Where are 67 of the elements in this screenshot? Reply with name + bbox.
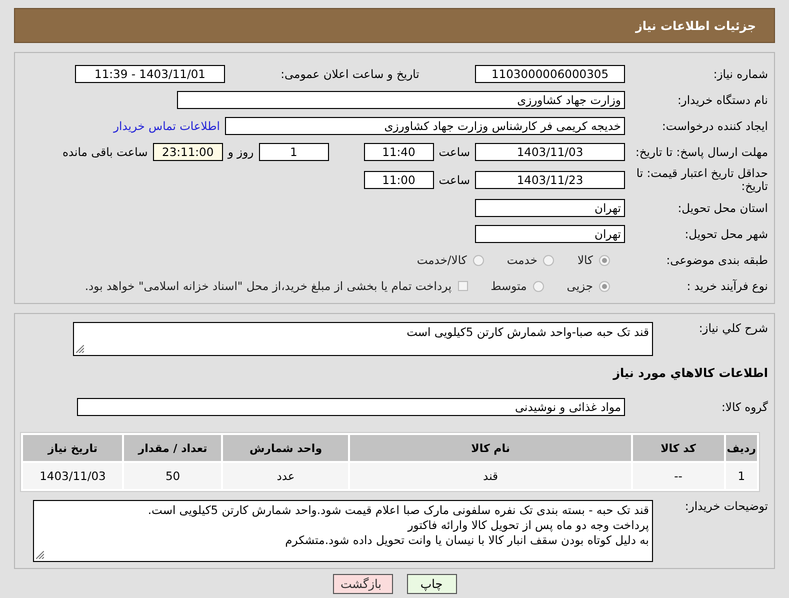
field-label: ساعت bbox=[438, 173, 470, 187]
print-button[interactable]: چاپ bbox=[406, 574, 456, 594]
city-field: تهران bbox=[475, 225, 625, 243]
field-label: استان محل تحویل: bbox=[676, 202, 768, 214]
need-number-field: 1103000006000305 bbox=[475, 65, 625, 83]
option-label: خدمت bbox=[506, 253, 538, 267]
radio-button[interactable] bbox=[532, 280, 544, 292]
time-field: 11:00 bbox=[364, 171, 434, 189]
field-label: تاریخ و ساعت اعلان عمومی: bbox=[280, 67, 420, 81]
column-header: کد کالا bbox=[632, 435, 724, 461]
column-header: تاریخ نیاز bbox=[23, 435, 122, 461]
resize-grip-icon[interactable] bbox=[76, 345, 84, 353]
field-label: گروه کالا: bbox=[720, 400, 768, 414]
field-label: نوع فرآیند خرید : bbox=[686, 280, 768, 292]
buyer-contact-link[interactable]: اطلاعات تماس خریدار bbox=[113, 119, 220, 133]
back-button[interactable]: بازگشت bbox=[332, 574, 392, 594]
province-field: تهران bbox=[475, 199, 625, 217]
column-header: تعداد / مقدار bbox=[124, 435, 222, 461]
field-label: طبقه بندی موضوعی: bbox=[665, 254, 768, 266]
table-cell: 1 bbox=[726, 463, 757, 489]
section-heading: اطلاعات کالاهاي مورد نياز bbox=[613, 366, 768, 380]
field-label: مهلت ارسال پاسخ: تا تاریخ: bbox=[634, 146, 768, 158]
column-header: ردیف bbox=[726, 435, 757, 461]
announce-date-field: 1403/11/01 - 11:39 bbox=[75, 65, 225, 83]
time-field: 11:40 bbox=[364, 143, 434, 161]
note-line: پرداخت وجه دو ماه پس از تحویل کالا وارائه فاکتور bbox=[406, 518, 649, 533]
option-label: متوسط bbox=[490, 279, 527, 293]
option-label: کالا/خدمت bbox=[416, 253, 467, 267]
option-label: جزیی bbox=[566, 279, 593, 293]
field-label: نام دستگاه خریدار: bbox=[676, 94, 768, 106]
date-field: 1403/11/23 bbox=[475, 171, 625, 189]
radio-button[interactable] bbox=[599, 254, 610, 266]
column-header: واحد شمارش bbox=[223, 435, 348, 461]
field-label: شرح کلي نياز: bbox=[698, 322, 768, 335]
summary-text: قند تک حبه صبا-واحد شمارش کارتن 5کیلویی است bbox=[406, 325, 649, 339]
column-header: نام کالا bbox=[350, 435, 631, 461]
field-label: توضیحات خریدار: bbox=[684, 500, 768, 513]
table-cell: -- bbox=[632, 463, 724, 489]
note-line: قند تک حبه - بسته بندی تک نفره سلفونی مارک صبا اعلام قیمت شود.واحد شمارش کارتن 5کیلویی است. bbox=[146, 503, 649, 518]
option-label: پرداخت تمام یا بخشی از مبلغ خرید،از محل "اسناد خزانه اسلامی" خواهد بود. bbox=[84, 279, 452, 293]
summary-textarea[interactable]: قند تک حبه صبا-واحد شمارش کارتن 5کیلویی است bbox=[73, 322, 653, 356]
field-label: ایجاد کننده درخواست: bbox=[661, 120, 768, 132]
note-line: به دلیل کوتاه بودن سقف انبار کالا با نیسان یا وانت تحویل داده شود.متشکرم bbox=[284, 533, 649, 548]
page-header: جزئیات اطلاعات نیاز bbox=[14, 8, 775, 43]
field-label: شهر محل تحویل: bbox=[684, 228, 768, 240]
days-field: 1 bbox=[258, 143, 329, 161]
field-label: حداقل تاریخ اعتبار قیمت: تا تاریخ: bbox=[635, 167, 768, 193]
creator-field: خدیجه کریمی فر کارشناس وزارت جهاد کشاورزی bbox=[225, 117, 625, 135]
field-label: شماره نیاز: bbox=[712, 68, 768, 80]
field-label: ساعت bbox=[438, 145, 470, 159]
field-label: روز و bbox=[228, 145, 254, 159]
radio-button[interactable] bbox=[599, 280, 610, 292]
field-label: ساعت باقی مانده bbox=[62, 145, 148, 159]
checkbox[interactable] bbox=[458, 281, 468, 291]
goods-group-field: مواد غذائی و نوشیدنی bbox=[77, 398, 625, 416]
table-cell: 50 bbox=[124, 463, 222, 489]
table-cell: قند bbox=[350, 463, 631, 489]
date-field: 1403/11/03 bbox=[475, 143, 625, 161]
table-cell: عدد bbox=[223, 463, 348, 489]
radio-button[interactable] bbox=[472, 254, 484, 266]
remaining-time-field: 23:11:00 bbox=[152, 143, 223, 161]
buyer-org-field: وزارت جهاد کشاورزی bbox=[177, 91, 625, 109]
resize-grip-icon[interactable] bbox=[36, 551, 44, 559]
buyer-notes-textarea[interactable] bbox=[33, 500, 653, 562]
table-cell: 1403/11/03 bbox=[23, 463, 122, 489]
option-label: کالا bbox=[577, 253, 593, 267]
radio-button[interactable] bbox=[543, 254, 554, 266]
